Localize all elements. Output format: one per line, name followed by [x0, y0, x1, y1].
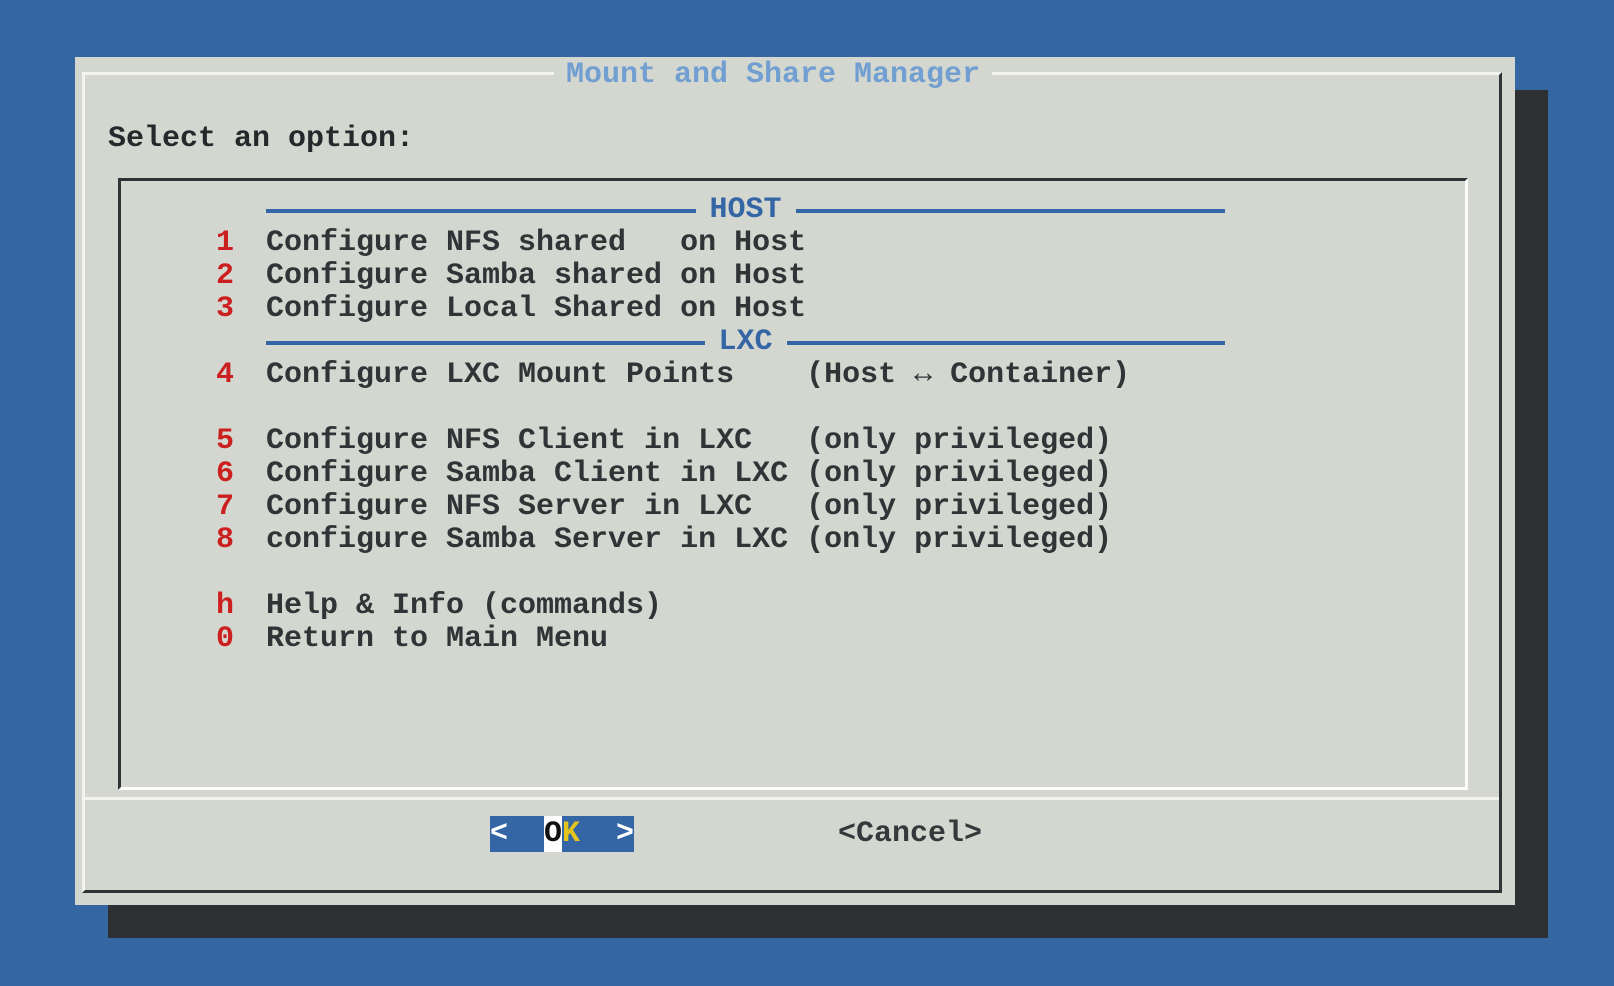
menu-item-label: configure Samba Server in LXC (only priv…	[266, 523, 1112, 557]
menu-item-key: 2	[216, 260, 266, 293]
dialog-window: Mount and Share Manager Select an option…	[75, 57, 1515, 905]
menu-section-lxc: LXC	[121, 326, 1225, 359]
separator-line	[266, 209, 696, 213]
menu-item-3[interactable]: 3Configure Local Shared on Host	[121, 293, 1465, 326]
menu-item-4[interactable]: 4Configure LXC Mount Points (Host ↔ Cont…	[121, 359, 1465, 392]
cancel-button[interactable]: <Cancel>	[838, 816, 982, 852]
menu-item-2[interactable]: 2Configure Samba shared on Host	[121, 260, 1465, 293]
menu-item-label: Configure LXC Mount Points (Host ↔ Conta…	[266, 358, 1130, 392]
menu-spacer	[121, 557, 1465, 590]
menu-item-key: 5	[216, 425, 266, 458]
separator-line	[266, 341, 705, 345]
menu-item-5[interactable]: 5Configure NFS Client in LXC (only privi…	[121, 425, 1465, 458]
menu-item-label: Configure NFS Server in LXC (only privil…	[266, 490, 1112, 524]
prompt-text: Select an option:	[108, 123, 414, 156]
menu-section-host: HOST	[121, 194, 1225, 227]
ok-button[interactable]: < OK >	[490, 816, 634, 852]
separator-line	[787, 341, 1226, 345]
dialog-title: Mount and Share Manager	[554, 59, 992, 92]
section-label: HOST	[696, 194, 796, 227]
menu-item-key: 0	[216, 623, 266, 656]
menu-item-key: 3	[216, 293, 266, 326]
menu-item-key: h	[216, 590, 266, 623]
menu-item-key: 4	[216, 359, 266, 392]
menu-item-key: 8	[216, 524, 266, 557]
menu-item-label: Return to Main Menu	[266, 622, 608, 656]
menu-item-help[interactable]: hHelp & Info (commands)	[121, 590, 1465, 623]
button-row-separator	[85, 797, 1499, 800]
section-label: LXC	[705, 326, 787, 359]
menu-item-key: 1	[216, 227, 266, 260]
menu-item-key: 7	[216, 491, 266, 524]
menu-item-label: Configure Samba shared on Host	[266, 259, 806, 293]
ok-button-left-bracket: <	[490, 817, 544, 851]
menu-item-label: Help & Info (commands)	[266, 589, 662, 623]
menu-item-return[interactable]: 0Return to Main Menu	[121, 623, 1465, 656]
menu-item-label: Configure NFS shared on Host	[266, 226, 806, 260]
ok-button-hotkey: K	[562, 817, 580, 851]
menu-item-label: Configure Local Shared on Host	[266, 292, 806, 326]
menu-item-label: Configure NFS Client in LXC (only privil…	[266, 424, 1112, 458]
menu-spacer	[121, 392, 1465, 425]
menu-item-1[interactable]: 1Configure NFS shared on Host	[121, 227, 1465, 260]
separator-line	[796, 209, 1226, 213]
menu-item-7[interactable]: 7Configure NFS Server in LXC (only privi…	[121, 491, 1465, 524]
menu-listbox: HOST 1Configure NFS shared on Host 2Conf…	[118, 178, 1468, 790]
menu-item-label: Configure Samba Client in LXC (only priv…	[266, 457, 1112, 491]
menu: HOST 1Configure NFS shared on Host 2Conf…	[121, 194, 1465, 656]
ok-button-cursor: O	[544, 816, 562, 852]
menu-item-key: 6	[216, 458, 266, 491]
ok-button-right-bracket: >	[580, 817, 634, 851]
menu-item-6[interactable]: 6Configure Samba Client in LXC (only pri…	[121, 458, 1465, 491]
menu-item-8[interactable]: 8configure Samba Server in LXC (only pri…	[121, 524, 1465, 557]
